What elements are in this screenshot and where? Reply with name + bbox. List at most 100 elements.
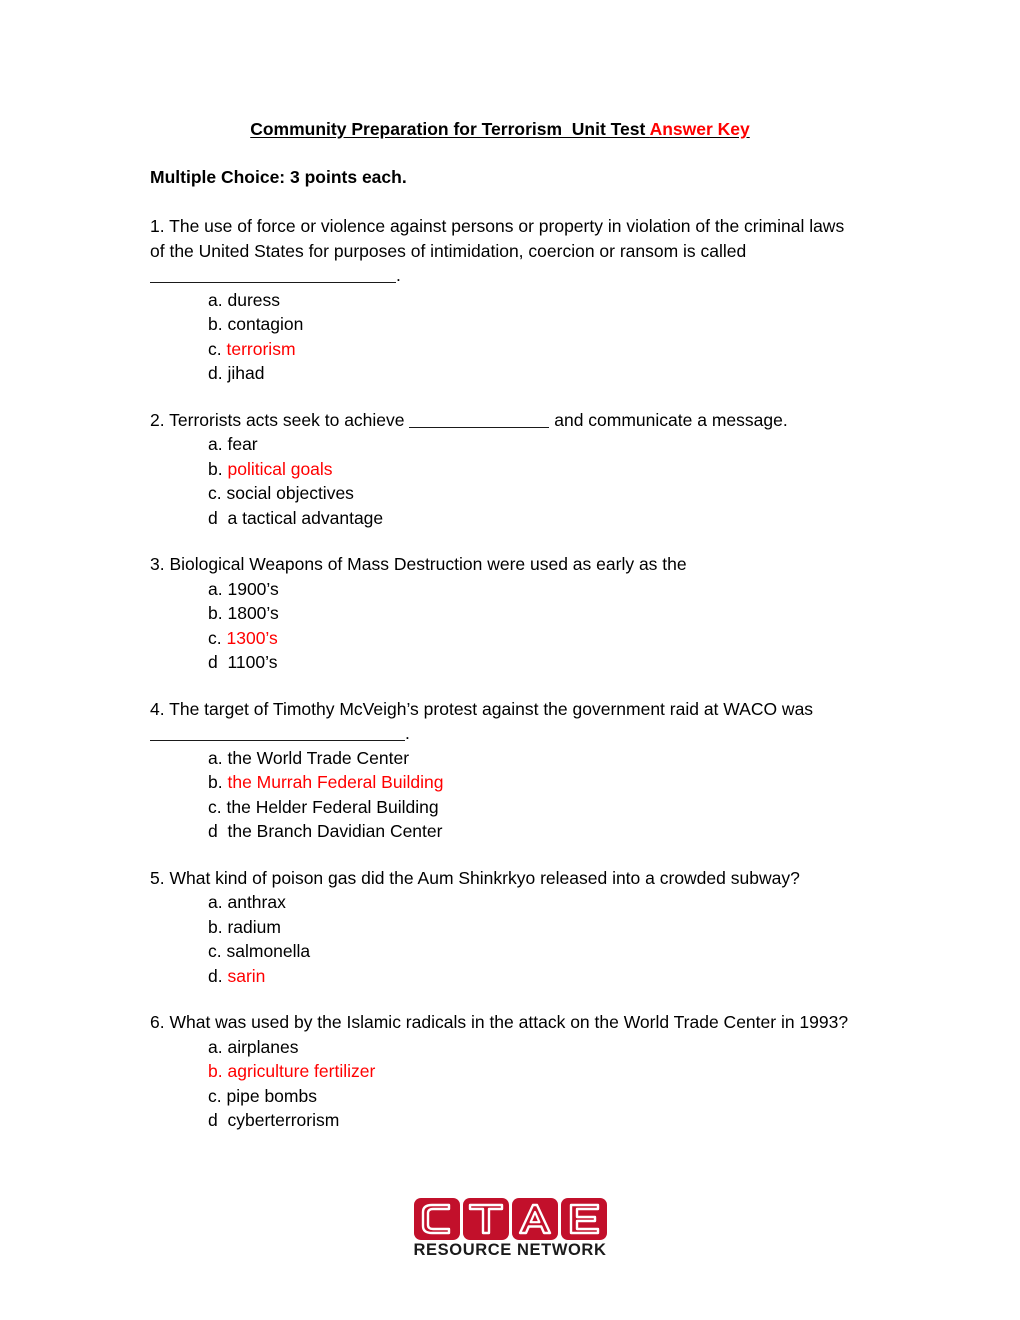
option-label: b. bbox=[208, 314, 223, 335]
options-list-2: a. fear b. political goals c. social obj… bbox=[150, 432, 850, 530]
option-label: b. bbox=[208, 916, 223, 937]
option-6c[interactable]: c. pipe bombs bbox=[150, 1084, 850, 1109]
page-title-answer-key: Answer Key bbox=[649, 119, 750, 139]
option-text: airplanes bbox=[227, 1036, 299, 1057]
option-3a[interactable]: a. 1900’s bbox=[150, 577, 850, 602]
option-3d[interactable]: d 1100’s bbox=[150, 650, 850, 675]
option-4b[interactable]: b. the Murrah Federal Building bbox=[150, 770, 850, 795]
option-1c[interactable]: c. terrorism bbox=[150, 337, 850, 362]
question-block-5: 5. What kind of poison gas did the Aum S… bbox=[150, 866, 850, 989]
option-2c[interactable]: c. social objectives bbox=[150, 481, 850, 506]
ctae-logo-tiles bbox=[412, 1198, 608, 1240]
option-text-correct: terrorism bbox=[226, 338, 296, 359]
option-label: a. bbox=[208, 578, 223, 599]
option-label: a. bbox=[208, 434, 223, 455]
option-5d[interactable]: d. sarin bbox=[150, 964, 850, 989]
option-label: c. bbox=[208, 627, 222, 648]
blank-tail-1: . bbox=[396, 265, 401, 286]
option-text: 1800’s bbox=[227, 603, 279, 624]
option-text: the World Trade Center bbox=[227, 747, 410, 768]
question-text-2: 2. Terrorists acts seek to achieve and c… bbox=[150, 408, 850, 433]
option-label: d. bbox=[208, 965, 223, 986]
question-text-4: 4. The target of Timothy McVeigh’s prote… bbox=[150, 698, 814, 719]
option-label: b. bbox=[208, 458, 223, 479]
option-label: d bbox=[208, 821, 223, 842]
option-label: b. bbox=[208, 772, 223, 793]
option-label: d bbox=[208, 652, 223, 673]
footer-logo: RESOURCE NETWORK bbox=[0, 1198, 1020, 1260]
option-2a[interactable]: a. fear bbox=[150, 432, 850, 457]
options-list-4: a. the World Trade Center b. the Murrah … bbox=[150, 746, 850, 844]
option-label: a. bbox=[208, 747, 223, 768]
ctae-letter-t-tile bbox=[462, 1198, 509, 1240]
option-2b[interactable]: b. political goals bbox=[150, 457, 850, 482]
option-4a[interactable]: a. the World Trade Center bbox=[150, 746, 850, 771]
option-4c[interactable]: c. the Helder Federal Building bbox=[150, 795, 850, 820]
question-text-2-before: 2. Terrorists acts seek to achieve bbox=[150, 409, 410, 430]
option-5c[interactable]: c. salmonella bbox=[150, 939, 850, 964]
option-2d[interactable]: d a tactical advantage bbox=[150, 506, 850, 531]
page-title-black: Community Preparation for Terrorism Unit… bbox=[250, 119, 650, 139]
question-text-6: 6. What was used by the Islamic radicals… bbox=[150, 1012, 849, 1033]
option-label: b. bbox=[208, 603, 223, 624]
blank-tail-4: . bbox=[405, 723, 410, 744]
ctae-letter-a-tile bbox=[511, 1198, 558, 1240]
fill-in-blank bbox=[150, 266, 396, 284]
option-3b[interactable]: b. 1800’s bbox=[150, 601, 850, 626]
option-text: the Helder Federal Building bbox=[226, 796, 439, 817]
option-text-correct: political goals bbox=[227, 458, 333, 479]
ctae-letter-c-tile bbox=[413, 1198, 460, 1240]
option-label: a. bbox=[208, 289, 223, 310]
option-1d[interactable]: d. jihad bbox=[150, 361, 850, 386]
option-1a[interactable]: a. duress bbox=[150, 288, 850, 313]
option-6b[interactable]: b. agriculture fertilizer bbox=[150, 1059, 850, 1084]
ctae-letter-e-tile bbox=[560, 1198, 607, 1240]
options-list-5: a. anthrax b. radium c. salmonella d. sa… bbox=[150, 890, 850, 988]
option-label: d. bbox=[208, 363, 223, 384]
question-text-2-after: and communicate a message. bbox=[549, 409, 788, 430]
option-text-correct: the Murrah Federal Building bbox=[227, 772, 444, 793]
option-text-correct: 1300’s bbox=[226, 627, 278, 648]
option-6d[interactable]: d cyberterrorism bbox=[150, 1108, 850, 1133]
option-3c[interactable]: c. 1300’s bbox=[150, 626, 850, 651]
page-title: Community Preparation for Terrorism Unit… bbox=[150, 118, 850, 141]
ctae-logo: RESOURCE NETWORK bbox=[412, 1198, 608, 1260]
question-block-6: 6. What was used by the Islamic radicals… bbox=[150, 1010, 850, 1133]
option-5a[interactable]: a. anthrax bbox=[150, 890, 850, 915]
option-text-correct: agriculture fertilizer bbox=[227, 1061, 376, 1082]
option-text: anthrax bbox=[227, 892, 286, 913]
option-text-correct: sarin bbox=[227, 965, 266, 986]
option-label: a. bbox=[208, 892, 223, 913]
section-heading: Multiple Choice: 3 points each. bbox=[150, 167, 407, 188]
question-text-5: 5. What kind of poison gas did the Aum S… bbox=[150, 867, 800, 888]
option-text: 1900’s bbox=[227, 578, 279, 599]
options-list-6: a. airplanes b. agriculture fertilizer c… bbox=[150, 1035, 850, 1133]
letter-c-icon bbox=[421, 1203, 450, 1235]
question-block-4: 4. The target of Timothy McVeigh’s prote… bbox=[150, 697, 850, 844]
ctae-logo-subtitle: RESOURCE NETWORK bbox=[413, 1241, 607, 1259]
option-text: contagion bbox=[227, 314, 304, 335]
option-1b[interactable]: b. contagion bbox=[150, 312, 850, 337]
option-label: d bbox=[208, 1110, 223, 1131]
option-text: cyberterrorism bbox=[227, 1110, 340, 1131]
options-list-1: a. duress b. contagion c. terrorism d. j… bbox=[150, 288, 850, 386]
option-5b[interactable]: b. radium bbox=[150, 915, 850, 940]
fill-in-blank bbox=[150, 724, 405, 742]
option-label: d bbox=[208, 507, 223, 528]
options-list-3: a. 1900’s b. 1800’s c. 1300’s d 1100’s bbox=[150, 577, 850, 675]
question-blank-1: . bbox=[150, 263, 850, 288]
option-text: fear bbox=[227, 434, 258, 455]
option-label: b. bbox=[208, 1061, 223, 1082]
option-text: salmonella bbox=[226, 941, 311, 962]
question-text-3: 3. Biological Weapons of Mass Destructio… bbox=[150, 554, 687, 575]
question-blank-4: . bbox=[150, 721, 850, 746]
letter-e-icon bbox=[569, 1203, 599, 1235]
option-label: c. bbox=[208, 1085, 222, 1106]
option-6a[interactable]: a. airplanes bbox=[150, 1035, 850, 1060]
option-4d[interactable]: d the Branch Davidian Center bbox=[150, 819, 850, 844]
option-label: c. bbox=[208, 796, 222, 817]
